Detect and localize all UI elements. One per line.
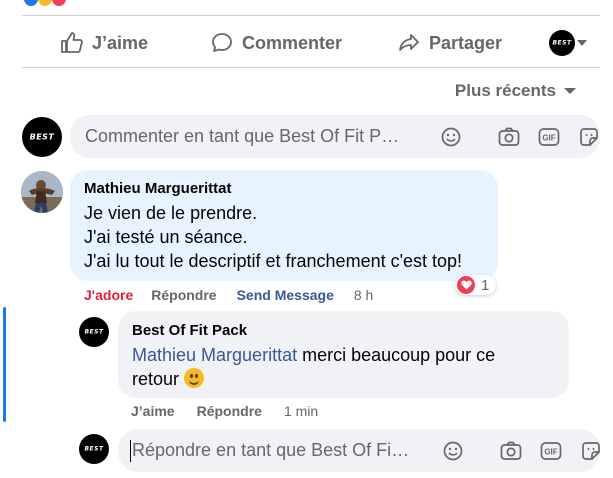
comment-author[interactable]: Mathieu Marguerittat (84, 180, 232, 197)
sticker-icon[interactable] (580, 440, 602, 462)
reaction-remnant-haha (38, 0, 52, 6)
comment-button[interactable]: Commenter (210, 28, 342, 58)
emoji-icon[interactable] (442, 440, 464, 462)
reply-composer-icons: GIF (442, 429, 602, 472)
reply-bubble: Best Of Fit Pack Mathieu Marguerittat me… (118, 311, 569, 398)
reply-mention[interactable]: Mathieu Marguerittat (132, 345, 297, 365)
comment-actions: J'adore Répondre Send Message 8 h (84, 287, 373, 303)
page-logo: BEST (29, 132, 55, 142)
page-logo: BEST (84, 328, 104, 336)
composer-icons: GIF (440, 115, 600, 158)
composer-avatar: BEST (22, 117, 62, 157)
share-icon (397, 31, 421, 55)
reply-composer-avatar: BEST (79, 434, 109, 464)
reply-reply-button[interactable]: Répondre (197, 403, 262, 419)
reply-avatar[interactable]: BEST (79, 317, 109, 347)
love-react-button[interactable]: J'adore (84, 287, 133, 303)
camera-icon[interactable] (500, 440, 522, 462)
comment-icon (210, 31, 234, 55)
svg-text:GIF: GIF (542, 133, 555, 142)
comment-bubble: Mathieu Marguerittat Je vien de le prend… (70, 170, 498, 281)
identity-switcher[interactable]: BEST (549, 30, 589, 56)
gif-icon[interactable]: GIF (540, 440, 562, 462)
divider-bottom (22, 67, 600, 68)
camera-icon[interactable] (498, 126, 520, 148)
sort-label: Plus récents (454, 81, 556, 100)
comment-input[interactable] (85, 126, 425, 147)
share-button[interactable]: Partager (397, 28, 502, 58)
comment-line-1: Je vien de le prendre. (84, 203, 258, 223)
like-label: J’aime (92, 32, 149, 53)
reply-input-box[interactable]: GIF (118, 429, 600, 472)
love-reaction-icon (457, 276, 475, 294)
reaction-remnant-love (52, 0, 66, 6)
send-message-button[interactable]: Send Message (237, 287, 334, 303)
gif-icon[interactable]: GIF (538, 126, 560, 148)
sticker-icon[interactable] (578, 126, 600, 148)
page-avatar-small: BEST (549, 30, 575, 56)
sort-dropdown[interactable]: Plus récents (455, 81, 576, 101)
like-icon (60, 31, 84, 55)
person-photo (21, 171, 63, 213)
comment-line-3: J'ai lu tout le descriptif et franchemen… (84, 251, 463, 271)
reaction-count-value: 1 (481, 276, 490, 294)
comment-timestamp[interactable]: 8 h (354, 287, 373, 303)
commenter-avatar[interactable] (21, 171, 63, 213)
reply-author[interactable]: Best Of Fit Pack (132, 322, 247, 339)
smile-emoji-icon (184, 368, 205, 388)
reply-timestamp[interactable]: 1 min (284, 403, 318, 419)
reaction-remnant-like (24, 0, 38, 6)
comment-line-2: J'ai testé un séance. (84, 227, 248, 247)
share-label: Partager (429, 32, 503, 53)
reply-like-button[interactable]: J’aime (131, 403, 175, 419)
page-logo: BEST (84, 445, 104, 453)
like-button[interactable]: J’aime (60, 28, 148, 58)
divider-top (22, 15, 600, 16)
reply-text: Mathieu Marguerittat merci beaucoup pour… (132, 343, 522, 391)
chevron-down-icon (577, 40, 587, 46)
thread-indicator (3, 307, 6, 422)
reply-button[interactable]: Répondre (151, 287, 216, 303)
reply-input[interactable] (132, 440, 432, 461)
emoji-icon[interactable] (440, 126, 462, 148)
text-cursor (130, 440, 131, 462)
reaction-count[interactable]: 1 (455, 275, 497, 295)
caret-down-icon (564, 88, 576, 94)
comment-label: Commenter (242, 32, 343, 53)
reply-actions: J’aime Répondre 1 min (131, 403, 318, 419)
svg-text:GIF: GIF (544, 447, 557, 456)
page-logo: BEST (552, 39, 572, 47)
comment-input-box[interactable]: GIF (70, 115, 600, 158)
